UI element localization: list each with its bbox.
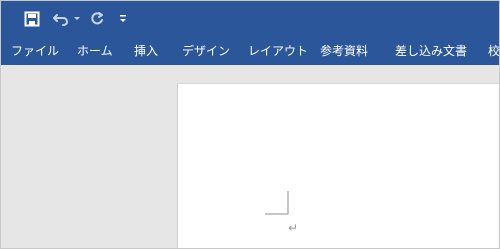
undo-dropdown-icon	[74, 17, 80, 20]
ribbon-tab-bar: ファイル ホーム 挿入 デザイン レイアウト 参考資料 差し込み文書 校	[1, 37, 499, 65]
word-window: ファイル ホーム 挿入 デザイン レイアウト 参考資料 差し込み文書 校 ↵	[0, 0, 500, 249]
tab-mailings[interactable]: 差し込み文書	[395, 37, 467, 65]
tab-design[interactable]: デザイン	[182, 37, 230, 65]
save-icon	[24, 11, 40, 27]
save-button[interactable]	[23, 9, 41, 29]
undo-dropdown-button[interactable]	[72, 9, 82, 29]
title-bar	[1, 1, 499, 37]
tab-layout[interactable]: レイアウト	[248, 37, 308, 65]
document-workspace: ↵	[1, 65, 499, 248]
undo-button[interactable]	[51, 9, 71, 29]
tab-references[interactable]: 参考資料	[320, 37, 368, 65]
tab-home[interactable]: ホーム	[77, 37, 113, 65]
tab-file[interactable]: ファイル	[11, 37, 59, 65]
customize-qat-button[interactable]	[118, 9, 128, 29]
paragraph-mark: ↵	[288, 221, 299, 235]
redo-button[interactable]	[89, 9, 105, 29]
redo-icon	[91, 12, 103, 25]
margin-corner-icon	[265, 191, 289, 215]
undo-icon	[53, 14, 69, 26]
tab-review[interactable]: 校	[488, 37, 499, 65]
tab-insert[interactable]: 挿入	[134, 37, 158, 65]
document-page[interactable]: ↵	[177, 83, 499, 248]
customize-qat-icon	[120, 15, 126, 22]
